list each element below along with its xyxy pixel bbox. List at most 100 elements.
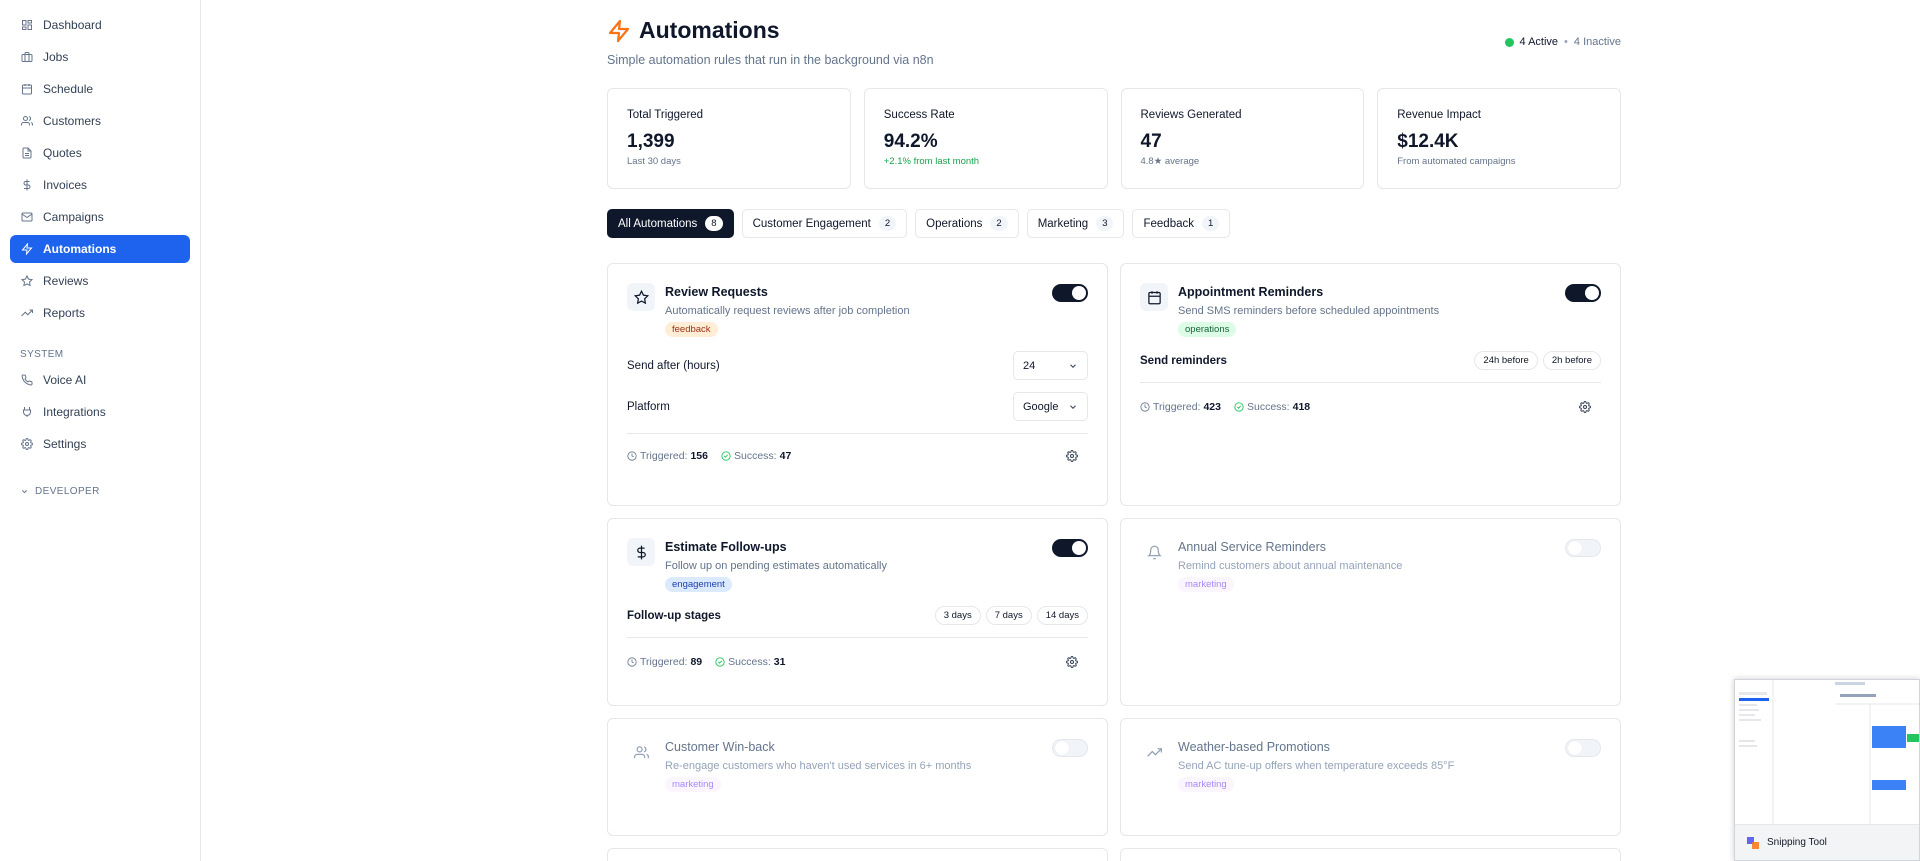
sidebar-item-label: Jobs [43, 50, 69, 64]
metrics-group: Triggered: 89 Success: 31 [627, 656, 785, 668]
success-label: Success: [1247, 401, 1290, 413]
sidebar-item-dashboard[interactable]: Dashboard [10, 11, 190, 39]
trending-up-icon [1140, 738, 1168, 766]
card-metrics: Triggered: 156 Success: 47 [627, 450, 1088, 462]
toggle-knob [1568, 741, 1582, 755]
pill-14-days[interactable]: 14 days [1036, 606, 1088, 625]
sidebar-item-invoices[interactable]: Invoices [10, 171, 190, 199]
users-icon [20, 114, 34, 128]
developer-toggle[interactable]: DEVELOPER [20, 486, 200, 497]
sidebar-item-reviews[interactable]: Reviews [10, 267, 190, 295]
bell-icon [1140, 538, 1168, 566]
sidebar-item-customers[interactable]: Customers [10, 107, 190, 135]
sidebar-item-automations[interactable]: Automations [10, 235, 190, 263]
tab-marketing[interactable]: Marketing 3 [1026, 209, 1125, 238]
dashboard-icon [20, 18, 34, 32]
divider [627, 637, 1088, 638]
send-after-select[interactable]: 24 [1013, 351, 1088, 380]
sidebar-item-label: Dashboard [43, 18, 102, 32]
tab-count: 2 [990, 216, 1008, 231]
tab-all-automations[interactable]: All Automations 8 [607, 209, 734, 238]
stat-card-revenue-impact: Revenue Impact $12.4K From automated cam… [1377, 88, 1621, 189]
tab-count: 8 [705, 216, 723, 231]
clock-icon [627, 451, 637, 461]
platform-select[interactable]: Google [1013, 392, 1088, 421]
sidebar-item-reports[interactable]: Reports [10, 299, 190, 327]
card-text: Review Requests Automatically request re… [665, 283, 1088, 337]
enable-toggle[interactable] [1052, 284, 1088, 302]
success-label: Success: [728, 656, 771, 668]
sidebar-item-label: Reports [43, 306, 86, 320]
card-text: Appointment Reminders Send SMS reminders… [1178, 283, 1601, 337]
success-label: Success: [734, 450, 777, 462]
snipping-tool-icon [1747, 836, 1759, 849]
toggle-knob [1568, 541, 1582, 555]
enable-toggle[interactable] [1052, 739, 1088, 757]
card-text: Estimate Follow-ups Follow up on pending… [665, 538, 1088, 592]
card-title: Weather-based Promotions [1178, 740, 1330, 754]
screenshot-thumbnail [1735, 680, 1919, 826]
check-circle-icon [715, 657, 725, 667]
stat-label: Total Triggered [627, 109, 704, 121]
sidebar-item-quotes[interactable]: Quotes [10, 139, 190, 167]
setting-follow-up-stages: Follow-up stages 3 days 7 days 14 days [627, 606, 1088, 625]
automation-card-review-requests: Review Requests Automatically request re… [607, 263, 1108, 506]
automation-status: 4 Active • 4 Inactive [1504, 36, 1621, 48]
main-content: Automations Simple automation rules that… [607, 0, 1621, 861]
tab-customer-engagement[interactable]: Customer Engagement 2 [741, 209, 908, 238]
automation-card-appointment-reminders: Appointment Reminders Send SMS reminders… [1120, 263, 1621, 506]
divider [1140, 382, 1601, 383]
card-header: Annual Service Reminders Remind customer… [1140, 538, 1601, 592]
developer-label: DEVELOPER [35, 486, 100, 497]
card-metrics: Triggered: 89 Success: 31 [627, 656, 1088, 668]
enable-toggle[interactable] [1565, 739, 1601, 757]
check-circle-icon [1234, 402, 1244, 412]
tab-label: Operations [926, 217, 983, 230]
setting-label: Send after (hours) [627, 359, 720, 372]
stat-sub: Last 30 days [627, 156, 681, 167]
pill-7-days[interactable]: 7 days [985, 606, 1032, 625]
card-description: Send AC tune-up offers when temperature … [1178, 760, 1455, 772]
briefcase-icon [20, 50, 34, 64]
setting-label: Send reminders [1140, 354, 1227, 367]
pill-3-days[interactable]: 3 days [934, 606, 981, 625]
automation-card-weather-based-promotions: Weather-based Promotions Send AC tune-up… [1120, 718, 1621, 836]
gear-icon[interactable] [1066, 450, 1078, 462]
enable-toggle[interactable] [1052, 539, 1088, 557]
sidebar-item-voice-ai[interactable]: Voice AI [10, 366, 190, 394]
active-count: 4 Active [1519, 36, 1559, 48]
tab-operations[interactable]: Operations 2 [915, 209, 1019, 238]
star-icon [627, 283, 655, 311]
enable-toggle[interactable] [1565, 539, 1601, 557]
sidebar: Dashboard Jobs Schedule Customers Quotes… [0, 0, 201, 861]
sidebar-item-campaigns[interactable]: Campaigns [10, 203, 190, 231]
automation-card-partial [1120, 848, 1621, 861]
stat-label: Revenue Impact [1397, 109, 1481, 121]
plug-icon [20, 405, 34, 419]
gear-icon[interactable] [1066, 656, 1078, 668]
sidebar-item-schedule[interactable]: Schedule [10, 75, 190, 103]
lightning-icon [607, 19, 631, 43]
sidebar-item-jobs[interactable]: Jobs [10, 43, 190, 71]
clock-icon [1140, 402, 1150, 412]
gear-icon[interactable] [1579, 401, 1591, 413]
sidebar-item-integrations[interactable]: Integrations [10, 398, 190, 426]
sidebar-item-label: Integrations [43, 405, 106, 419]
card-text: Annual Service Reminders Remind customer… [1178, 538, 1601, 592]
snipping-tool-preview[interactable]: Snipping Tool [1734, 679, 1920, 861]
sidebar-item-settings[interactable]: Settings [10, 430, 190, 458]
enable-toggle[interactable] [1565, 284, 1601, 302]
calendar-icon [20, 82, 34, 96]
stat-label: Success Rate [883, 109, 955, 121]
tab-feedback[interactable]: Feedback 1 [1132, 209, 1231, 238]
stats-row: Total Triggered 1,399 Last 30 days Succe… [607, 88, 1621, 189]
toggle-knob [1072, 286, 1086, 300]
dollar-icon [20, 178, 34, 192]
stat-value: $12.4K [1397, 131, 1459, 152]
pill-2h-before[interactable]: 2h before [1542, 351, 1601, 370]
tab-count: 1 [1202, 216, 1220, 231]
pill-24h-before[interactable]: 24h before [1474, 351, 1538, 370]
card-description: Automatically request reviews after job … [665, 305, 910, 317]
card-header: Weather-based Promotions Send AC tune-up… [1140, 738, 1601, 792]
card-metrics: Triggered: 423 Success: 418 [1140, 401, 1601, 413]
